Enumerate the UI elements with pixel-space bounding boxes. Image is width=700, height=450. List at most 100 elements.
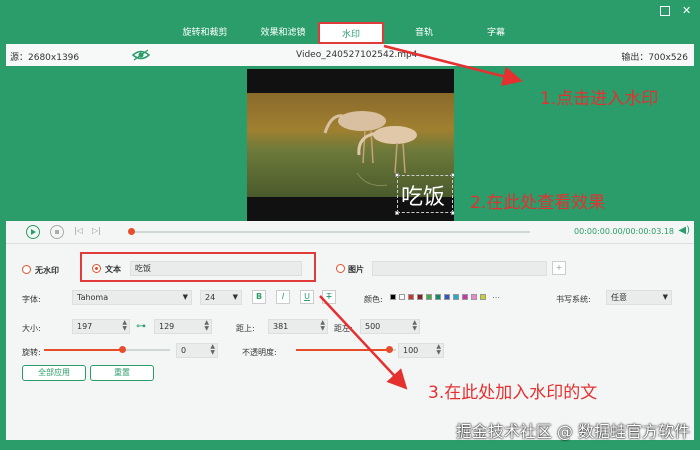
tab-effects-filters[interactable]: 效果和滤镜 [248, 22, 318, 44]
progress-track[interactable] [130, 231, 530, 233]
previous-frame-icon[interactable]: |◁ [74, 226, 83, 235]
no-watermark-radio[interactable] [22, 265, 31, 274]
color-swatch[interactable] [435, 294, 441, 300]
next-frame-icon[interactable]: ▷| [92, 226, 101, 235]
resize-handle[interactable] [395, 211, 399, 215]
font-size-value: 24 [205, 293, 216, 302]
watermark-preview-text: 吃饭 [401, 185, 446, 210]
stepper-icon[interactable]: ▲ ▼ [122, 320, 127, 332]
writing-system-select[interactable]: 任意 ▼ [606, 290, 672, 305]
bold-button[interactable]: B [252, 290, 266, 304]
left-offset-input[interactable]: 500 ▲ ▼ [360, 319, 420, 334]
close-icon[interactable]: ✕ [682, 5, 692, 16]
site-watermark: 掘金技术社区 @ 数据蛙官方软件 [455, 422, 690, 441]
playback-time: 00:00:00.00/00:00:03.18 [574, 227, 674, 236]
source-resolution: 源：2680x1396 [10, 53, 80, 63]
video-preview: 吃饭 [247, 69, 454, 221]
writing-system-label: 书写系统: [556, 295, 591, 304]
font-family-select[interactable]: Tahoma ▼ [72, 290, 192, 305]
opacity-value: 100 [403, 346, 419, 355]
top-offset-input[interactable]: 381 ▲ ▼ [268, 319, 328, 334]
writing-system-value: 任意 [611, 293, 627, 302]
annotation-1: 1.点击进入水印 [540, 89, 659, 109]
tab-rotate-crop[interactable]: 旋转和裁剪 [175, 22, 235, 44]
tab-audio[interactable]: 音轨 [404, 22, 444, 44]
watermark-bounding-box[interactable]: 吃饭 [395, 173, 454, 215]
color-swatch[interactable] [390, 294, 396, 300]
playback-bar: |◁ ▷| 00:00:00.00/00:00:03.18 ◀) [6, 221, 694, 243]
top-offset-label: 距上: [236, 324, 255, 333]
rotate-slider-fill [44, 349, 122, 351]
color-swatch[interactable] [399, 294, 405, 300]
tab-watermark[interactable]: 水印 [318, 22, 384, 44]
add-image-icon[interactable]: + [552, 261, 566, 275]
window-controls: ✕ [660, 5, 692, 16]
eye-icon[interactable] [132, 48, 150, 62]
opacity-label: 不透明度: [242, 348, 277, 357]
opacity-input[interactable]: 100 ▲ ▼ [398, 343, 444, 358]
maximize-icon[interactable] [660, 6, 670, 16]
color-swatch[interactable] [462, 294, 468, 300]
chevron-down-icon: ▼ [662, 293, 668, 301]
image-watermark-label: 图片 [348, 265, 364, 274]
height-value: 129 [159, 322, 175, 331]
app-window: ✕ 旋转和裁剪 效果和滤镜 水印 音轨 字幕 源：2680x1396 Video… [0, 0, 700, 450]
italic-button[interactable]: I [276, 290, 290, 304]
chevron-down-icon: ▼ [232, 293, 238, 301]
chevron-down-icon: ▼ [182, 293, 188, 301]
width-value: 197 [77, 322, 93, 331]
divider [6, 243, 694, 244]
progress-knob[interactable] [128, 228, 135, 235]
image-path-input[interactable] [372, 261, 547, 276]
color-swatch[interactable] [426, 294, 432, 300]
tab-subtitles[interactable]: 字幕 [476, 22, 516, 44]
text-watermark-radio[interactable] [92, 264, 101, 273]
left-offset-value: 500 [365, 322, 381, 331]
file-name: Video_240527102542.mp4 [296, 50, 418, 60]
rotate-value: 0 [181, 346, 187, 355]
font-size-select[interactable]: 24 ▼ [200, 290, 242, 305]
rotate-input[interactable]: 0 ▲ ▼ [176, 343, 218, 358]
strikethrough-button[interactable]: T [322, 290, 336, 304]
apply-all-button[interactable]: 全部应用 [22, 365, 86, 381]
stepper-icon[interactable]: ▲ ▼ [436, 344, 441, 356]
resize-handle[interactable] [451, 173, 454, 177]
left-offset-label: 距左: [334, 324, 353, 333]
height-input[interactable]: 129 ▲ ▼ [154, 319, 212, 334]
resize-handle[interactable] [451, 211, 454, 215]
output-resolution: 输出：700x526 [621, 53, 688, 63]
opacity-slider-knob[interactable] [386, 346, 393, 353]
color-label: 颜色: [364, 295, 383, 304]
color-swatch[interactable] [480, 294, 486, 300]
top-offset-value: 381 [273, 322, 289, 331]
image-watermark-radio[interactable] [336, 264, 345, 273]
color-swatch[interactable] [471, 294, 477, 300]
opacity-slider-fill [296, 349, 392, 351]
underline-button[interactable]: U [300, 290, 314, 304]
tab-bar: 旋转和裁剪 效果和滤镜 水印 音轨 字幕 [0, 22, 700, 44]
stepper-icon[interactable]: ▲ ▼ [320, 320, 325, 332]
volume-icon[interactable]: ◀) [678, 225, 690, 236]
stepper-icon[interactable]: ▲ ▼ [204, 320, 209, 332]
width-input[interactable]: 197 ▲ ▼ [72, 319, 130, 334]
color-swatch[interactable] [444, 294, 450, 300]
more-colors-icon[interactable]: ⋯ [492, 293, 500, 302]
info-bar: 源：2680x1396 Video_240527102542.mp4 输出：70… [6, 44, 694, 66]
color-swatch[interactable] [453, 294, 459, 300]
play-icon[interactable] [26, 225, 40, 239]
rotate-slider-knob[interactable] [119, 346, 126, 353]
stepper-icon[interactable]: ▲ ▼ [210, 344, 215, 356]
size-label: 大小: [22, 324, 41, 333]
stop-icon[interactable] [50, 225, 64, 239]
font-family-value: Tahoma [77, 293, 109, 302]
watermark-text-input[interactable]: 吃饭 [130, 261, 302, 276]
stepper-icon[interactable]: ▲ ▼ [412, 320, 417, 332]
resize-handle[interactable] [395, 173, 399, 177]
text-watermark-label: 文本 [105, 265, 121, 274]
reset-button[interactable]: 重置 [90, 365, 154, 381]
link-icon[interactable]: ⊶ [136, 321, 146, 332]
color-swatch[interactable] [408, 294, 414, 300]
no-watermark-label: 无水印 [35, 266, 59, 275]
color-swatch[interactable] [417, 294, 423, 300]
rotate-label: 旋转: [22, 348, 41, 357]
